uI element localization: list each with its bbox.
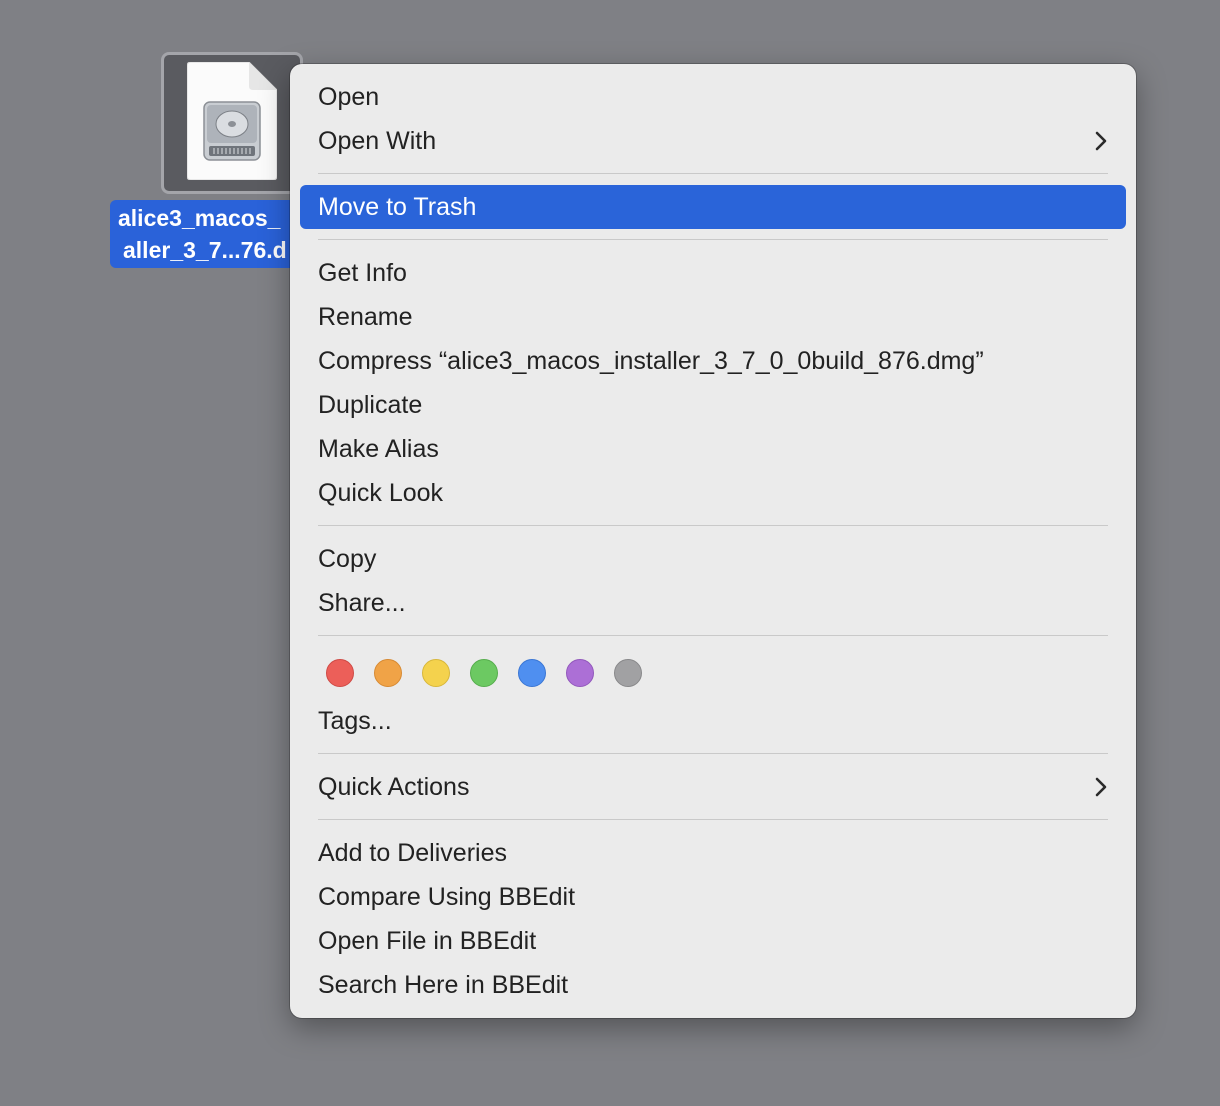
menu-separator	[318, 173, 1108, 174]
menu-item-label: Open	[318, 83, 380, 111]
menu-item-rename[interactable]: Rename	[300, 295, 1126, 339]
menu-item-label: Add to Deliveries	[318, 839, 507, 867]
menu-item-label: Open With	[318, 127, 437, 155]
menu-item-label: Duplicate	[318, 391, 423, 419]
menu-item-search-here-bbedit[interactable]: Search Here in BBEdit	[300, 963, 1126, 1007]
menu-item-label: Move to Trash	[318, 193, 477, 221]
context-menu: Open Open With Move to Trash Get Info Re…	[290, 64, 1136, 1018]
menu-item-add-to-deliveries[interactable]: Add to Deliveries	[300, 831, 1126, 875]
menu-item-label: Quick Look	[318, 479, 444, 507]
menu-item-quick-actions[interactable]: Quick Actions	[300, 765, 1126, 809]
menu-separator	[318, 525, 1108, 526]
tag-color-row	[300, 647, 1126, 699]
menu-item-label: Copy	[318, 545, 377, 573]
menu-separator	[318, 753, 1108, 754]
file-name-label[interactable]: alice3_macos_ aller_3_7...76.d	[110, 200, 306, 268]
tag-red-dot[interactable]	[326, 659, 354, 687]
menu-item-get-info[interactable]: Get Info	[300, 251, 1126, 295]
menu-item-label: Compress “alice3_macos_installer_3_7_0_0…	[318, 347, 984, 375]
tag-yellow-dot[interactable]	[422, 659, 450, 687]
menu-item-compress[interactable]: Compress “alice3_macos_installer_3_7_0_0…	[300, 339, 1126, 383]
menu-item-label: Compare Using BBEdit	[318, 883, 576, 911]
tag-gray-dot[interactable]	[614, 659, 642, 687]
tag-green-dot[interactable]	[470, 659, 498, 687]
tag-orange-dot[interactable]	[374, 659, 402, 687]
chevron-right-icon	[1094, 119, 1108, 163]
menu-item-compare-bbedit[interactable]: Compare Using BBEdit	[300, 875, 1126, 919]
tag-blue-dot[interactable]	[518, 659, 546, 687]
menu-item-duplicate[interactable]: Duplicate	[300, 383, 1126, 427]
menu-item-move-to-trash[interactable]: Move to Trash	[300, 185, 1126, 229]
disk-image-icon	[187, 62, 277, 180]
file-name-line1: alice3_macos_	[118, 205, 281, 231]
menu-item-label: Open File in BBEdit	[318, 927, 537, 955]
chevron-right-icon	[1094, 765, 1108, 809]
menu-item-share[interactable]: Share...	[300, 581, 1126, 625]
tag-purple-dot[interactable]	[566, 659, 594, 687]
menu-separator	[318, 635, 1108, 636]
file-name-line2: aller_3_7...76.d	[123, 237, 287, 263]
menu-separator	[318, 239, 1108, 240]
menu-item-label: Search Here in BBEdit	[318, 971, 569, 999]
menu-item-quick-look[interactable]: Quick Look	[300, 471, 1126, 515]
menu-item-copy[interactable]: Copy	[300, 537, 1126, 581]
menu-item-tags[interactable]: Tags...	[300, 699, 1126, 743]
menu-item-open-with[interactable]: Open With	[300, 119, 1126, 163]
menu-item-label: Share...	[318, 589, 406, 617]
menu-item-label: Tags...	[318, 707, 392, 735]
menu-item-label: Get Info	[318, 259, 407, 287]
menu-item-make-alias[interactable]: Make Alias	[300, 427, 1126, 471]
menu-separator	[318, 819, 1108, 820]
menu-item-open-file-bbedit[interactable]: Open File in BBEdit	[300, 919, 1126, 963]
menu-item-open[interactable]: Open	[300, 75, 1126, 119]
file-icon-tile[interactable]	[161, 52, 303, 194]
menu-item-label: Make Alias	[318, 435, 439, 463]
menu-item-label: Rename	[318, 303, 413, 331]
menu-item-label: Quick Actions	[318, 773, 470, 801]
